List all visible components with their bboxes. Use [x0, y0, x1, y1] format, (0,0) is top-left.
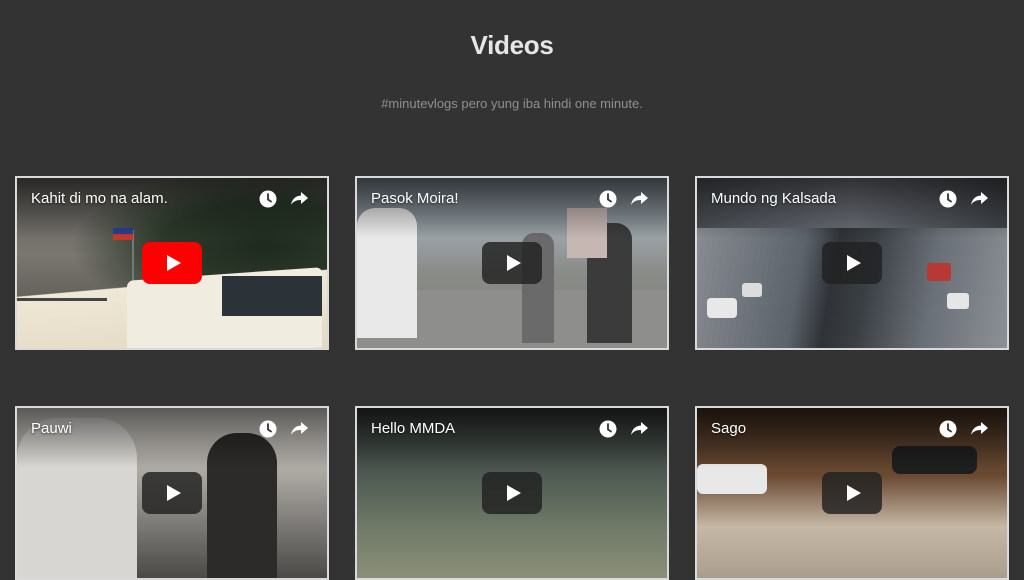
clock-icon[interactable]: [257, 188, 279, 210]
car: [927, 263, 951, 281]
car: [707, 298, 737, 318]
clock-icon[interactable]: [937, 418, 959, 440]
page-subtitle: #minutevlogs pero yung iba hindi one min…: [381, 96, 643, 111]
video-card[interactable]: Pauwi: [15, 406, 329, 580]
video-card[interactable]: Pasok Moira!: [355, 176, 669, 350]
video-title: Sago: [711, 420, 747, 437]
play-button[interactable]: [142, 242, 202, 284]
clock-icon[interactable]: [937, 188, 959, 210]
video-card[interactable]: Kahit di mo na alam.: [15, 176, 329, 350]
play-icon: [507, 255, 521, 271]
clock-icon[interactable]: [257, 418, 279, 440]
share-icon[interactable]: [969, 188, 991, 210]
play-button[interactable]: [142, 472, 202, 514]
traffic-light-arm: [17, 298, 107, 301]
video-title: Pasok Moira!: [371, 190, 459, 207]
video-title: Kahit di mo na alam.: [31, 190, 168, 207]
video-title: Mundo ng Kalsada: [711, 190, 837, 207]
van: [697, 464, 767, 494]
video-card[interactable]: Mundo ng Kalsada: [695, 176, 1009, 350]
play-icon: [167, 255, 181, 271]
share-icon[interactable]: [969, 418, 991, 440]
car: [947, 293, 969, 309]
play-icon: [507, 485, 521, 501]
play-icon: [847, 485, 861, 501]
clock-icon[interactable]: [597, 188, 619, 210]
video-title: Hello MMDA: [371, 420, 456, 437]
play-icon: [847, 255, 861, 271]
bus-window: [222, 276, 322, 316]
page-title: Videos: [470, 30, 554, 60]
play-button[interactable]: [482, 472, 542, 514]
clock-icon[interactable]: [597, 418, 619, 440]
play-button[interactable]: [822, 242, 882, 284]
play-icon: [167, 485, 181, 501]
share-icon[interactable]: [629, 418, 651, 440]
video-card[interactable]: Sago: [695, 406, 1009, 580]
video-title: Pauwi: [31, 420, 72, 437]
share-icon[interactable]: [289, 418, 311, 440]
video-card[interactable]: Hello MMDA: [355, 406, 669, 580]
car: [742, 283, 762, 297]
share-icon[interactable]: [289, 188, 311, 210]
play-button[interactable]: [822, 472, 882, 514]
share-icon[interactable]: [629, 188, 651, 210]
play-button[interactable]: [482, 242, 542, 284]
